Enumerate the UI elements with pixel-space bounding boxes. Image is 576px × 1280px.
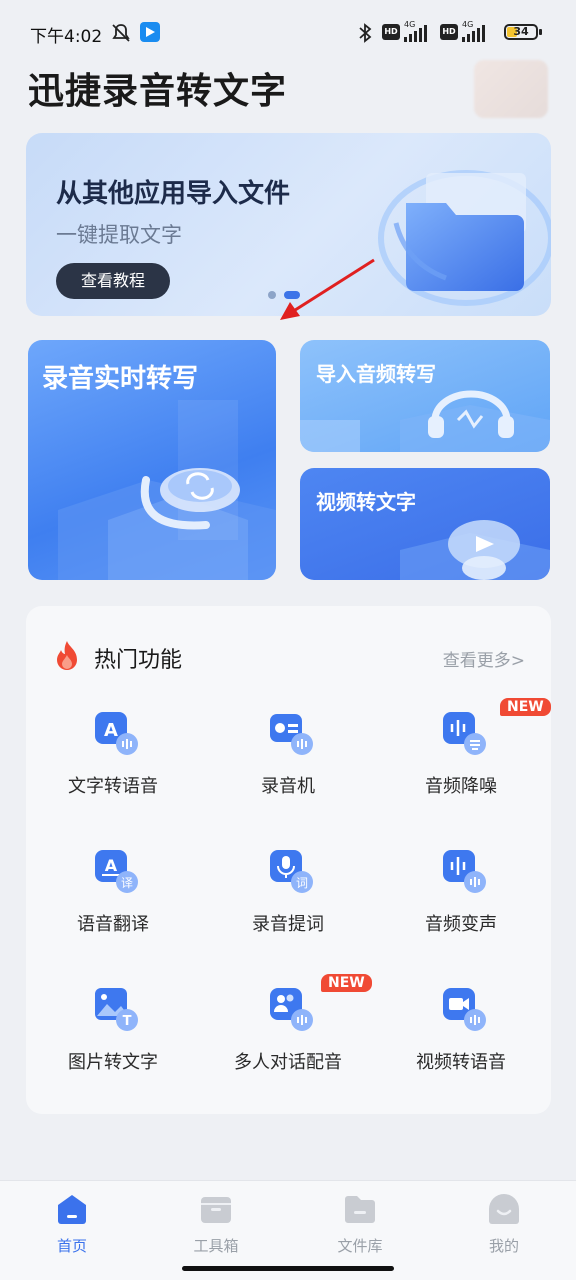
video-to-text-card[interactable]: 视频转文字 [300, 468, 550, 580]
folder-illustration-icon [378, 170, 551, 306]
feature-recorder[interactable]: 录音机 [203, 708, 373, 818]
new-badge: NEW [500, 698, 551, 716]
noise-reduction-icon [443, 712, 486, 755]
signal-2-icon: HD 4G [440, 20, 496, 42]
svg-text:A: A [105, 856, 118, 875]
svg-text:T: T [123, 1014, 132, 1029]
feature-voice-translate[interactable]: A 译 语音翻译 [28, 846, 198, 956]
status-time: 下午4:02 [30, 27, 103, 47]
svg-text:A: A [104, 720, 118, 741]
teleprompter-icon: 词 [270, 850, 313, 893]
toolbox-icon [201, 1197, 231, 1223]
nav-home[interactable]: 首页 [27, 1191, 117, 1256]
feature-noise-reduction[interactable]: 音频降噪 NEW [376, 698, 551, 818]
feature-image-to-text[interactable]: T 图片转文字 [28, 984, 198, 1094]
recorder-icon [270, 714, 313, 755]
banner-title: 从其他应用导入文件 [56, 179, 291, 209]
import-audio-card[interactable]: 导入音频转写 [300, 340, 550, 452]
nav-file-library[interactable]: 文件库 [315, 1191, 405, 1256]
realtime-transcribe-card[interactable]: 录音实时转写 [28, 340, 276, 580]
profile-icon [489, 1194, 519, 1224]
voice-translate-icon: A 译 [95, 850, 138, 893]
image-to-text-icon: T [95, 988, 138, 1031]
hot-features-title: 热门功能 [94, 648, 183, 673]
feature-video-to-audio[interactable]: 视频转语音 [376, 984, 546, 1094]
new-badge: NEW [321, 974, 372, 992]
app-title: 迅捷录音转文字 [28, 71, 288, 112]
multi-dubbing-icon [270, 988, 313, 1031]
feature-teleprompter[interactable]: 词 录音提词 [203, 846, 373, 956]
feature-multi-dubbing[interactable]: 多人对话配音 NEW [203, 974, 373, 1094]
nav-mine[interactable]: 我的 [459, 1191, 549, 1256]
voice-changer-icon [443, 850, 486, 893]
hot-features-panel: 热门功能 查看更多> A 文字转语音 录音机 音频降噪 NEW A 译 语音翻译… [26, 606, 551, 1114]
video-play-illustration-icon [400, 520, 550, 580]
home-indicator [182, 1266, 394, 1271]
text-to-speech-icon: A [95, 712, 138, 755]
status-bar: 下午4:02 HD 4G HD 4G 34 [0, 0, 576, 64]
realtime-mic-illustration-icon [58, 400, 276, 580]
headphones-illustration-icon [300, 390, 550, 452]
battery-icon: 34 [504, 24, 542, 40]
see-more-link[interactable]: 查看更多> [443, 646, 525, 671]
arrow-annotation-icon [280, 258, 375, 320]
view-tutorial-button[interactable]: 查看教程 [56, 263, 170, 299]
folder-icon [345, 1196, 375, 1223]
mute-notification-icon [112, 24, 130, 42]
realtime-transcribe-title: 录音实时转写 [42, 364, 199, 394]
signal-1-icon: HD 4G [382, 20, 438, 42]
app-notification-icon [140, 22, 160, 42]
avatar[interactable] [474, 60, 548, 118]
bottom-nav: 首页 工具箱 文件库 我的 [0, 1180, 576, 1280]
nav-toolbox[interactable]: 工具箱 [171, 1191, 261, 1256]
video-to-audio-icon [443, 988, 486, 1031]
svg-text:词: 词 [296, 876, 308, 890]
banner-subtitle: 一键提取文字 [56, 223, 182, 247]
bluetooth-icon [359, 23, 372, 43]
fire-icon [57, 641, 77, 670]
svg-text:译: 译 [121, 876, 133, 890]
home-icon [58, 1195, 86, 1224]
feature-text-to-speech[interactable]: A 文字转语音 [28, 708, 198, 818]
feature-voice-changer[interactable]: 音频变声 [376, 846, 546, 956]
